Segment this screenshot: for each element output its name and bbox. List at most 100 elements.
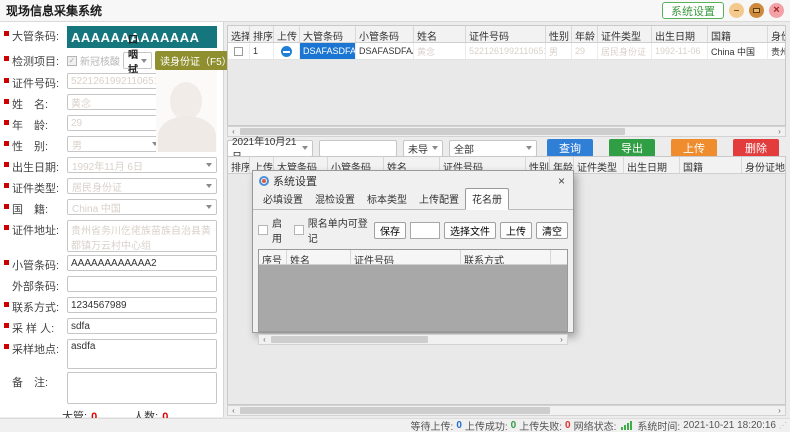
sampling-place-field[interactable]: asdfa bbox=[67, 339, 217, 369]
table-row[interactable]: 1 DSAFASDFAAAS DSAFASDFAAAS1 黄念 52212619… bbox=[228, 43, 785, 60]
row-gender-cell: 男 bbox=[546, 43, 572, 59]
col-header-id-type[interactable]: 证件类型 bbox=[598, 26, 652, 42]
upload-filter-select[interactable]: 未导 bbox=[403, 140, 443, 157]
external-barcode-field[interactable] bbox=[67, 276, 217, 292]
tab-upload-config[interactable]: 上传配置 bbox=[413, 189, 465, 209]
col-header-main-barcode[interactable]: 大管条码 bbox=[300, 26, 356, 42]
small-barcode-row: 小管条码: bbox=[4, 255, 217, 273]
id-number-field[interactable] bbox=[67, 73, 163, 89]
col-header-contact[interactable]: 联系方式 bbox=[461, 250, 551, 264]
col-header-id-number[interactable]: 证件号码 bbox=[351, 250, 461, 264]
chevron-down-icon bbox=[206, 205, 212, 209]
enable-checkbox[interactable] bbox=[258, 225, 268, 235]
col-header-name[interactable]: 姓名 bbox=[414, 26, 466, 42]
col-header-select[interactable]: 选择 bbox=[228, 26, 250, 42]
age-label: 年 龄: bbox=[12, 115, 67, 133]
col-header-id-number[interactable]: 证件号码 bbox=[466, 26, 546, 42]
read-id-card-button[interactable]: 读身份证（F5） bbox=[155, 51, 237, 70]
minimize-button[interactable]: – bbox=[729, 3, 744, 18]
sampler-field[interactable] bbox=[67, 318, 217, 334]
contact-field[interactable] bbox=[67, 297, 217, 313]
delete-button[interactable]: 删除 bbox=[733, 139, 779, 157]
dialog-upload-button[interactable]: 上传 bbox=[500, 222, 532, 239]
select-file-button[interactable]: 选择文件 bbox=[444, 222, 496, 239]
col-header-nationality[interactable]: 国籍 bbox=[708, 26, 768, 42]
maximize-button[interactable] bbox=[749, 3, 764, 18]
birth-date-picker[interactable]: 1992年11月 6日 bbox=[67, 157, 217, 173]
search-input[interactable] bbox=[319, 140, 397, 157]
tab-roster[interactable]: 花名册 bbox=[465, 188, 509, 210]
restrict-checkbox[interactable] bbox=[294, 225, 304, 235]
dialog-clear-button[interactable]: 清空 bbox=[536, 222, 568, 239]
covid-checkbox[interactable]: ✓ bbox=[67, 56, 77, 66]
col-header-small-barcode[interactable]: 小管条码 bbox=[356, 26, 414, 42]
tab-mixed-test-settings[interactable]: 混检设置 bbox=[309, 189, 361, 209]
scrollbar-thumb[interactable] bbox=[240, 407, 550, 414]
col-header-age[interactable]: 年龄 bbox=[572, 26, 598, 42]
id-type-select[interactable]: 居民身份证 bbox=[67, 178, 217, 194]
col-header-gender[interactable]: 性别 bbox=[546, 26, 572, 42]
id-address-row: 证件地址: 贵州省务川仡佬族苗族自治县黄都镇万云村中心组 bbox=[4, 220, 217, 252]
row-checkbox[interactable] bbox=[234, 47, 243, 56]
scroll-right-icon[interactable]: › bbox=[774, 406, 785, 415]
scrollbar-thumb[interactable] bbox=[271, 336, 428, 343]
close-button[interactable]: × bbox=[769, 3, 784, 18]
required-marker bbox=[4, 162, 9, 167]
required-marker bbox=[4, 323, 9, 328]
main-barcode-field[interactable]: AAAAAAAAAAAAA bbox=[67, 26, 217, 48]
query-button[interactable]: 查询 bbox=[547, 139, 593, 157]
resize-grip[interactable]: ⋰ bbox=[779, 421, 788, 430]
col-header-id-type[interactable]: 证件类型 bbox=[574, 157, 624, 173]
scroll-left-icon[interactable]: ‹ bbox=[228, 406, 239, 415]
system-settings-button[interactable]: 系统设置 bbox=[662, 2, 724, 19]
upload-button[interactable]: 上传 bbox=[671, 139, 717, 157]
roster-table-hscrollbar[interactable]: ‹ › bbox=[258, 334, 568, 345]
scrollbar-track[interactable] bbox=[239, 406, 774, 415]
row-name-cell: 黄念 bbox=[414, 43, 466, 59]
photo-torso-shape bbox=[158, 116, 216, 152]
dialog-close-icon[interactable]: × bbox=[556, 174, 567, 188]
main-barcode-row: 大管条码: AAAAAAAAAAAAA bbox=[4, 26, 217, 48]
scroll-right-icon[interactable]: › bbox=[774, 127, 785, 136]
required-marker bbox=[4, 56, 9, 61]
col-header-birth-date[interactable]: 出生日期 bbox=[624, 157, 680, 173]
nationality-select[interactable]: China 中国 bbox=[67, 199, 217, 215]
gender-select[interactable]: 男 bbox=[67, 136, 163, 152]
swab-type-select[interactable]: 口咽拭子 bbox=[123, 52, 152, 69]
age-field[interactable] bbox=[67, 115, 163, 131]
col-header-birth-date[interactable]: 出生日期 bbox=[652, 26, 708, 42]
upload-status-icon[interactable] bbox=[281, 46, 292, 57]
export-button[interactable]: 导出 bbox=[609, 139, 655, 157]
col-header-id-address[interactable]: 身份证地址 bbox=[768, 26, 786, 42]
id-address-field[interactable]: 贵州省务川仡佬族苗族自治县黄都镇万云村中心组 bbox=[67, 220, 217, 252]
external-barcode-row: 外部条码: bbox=[4, 276, 217, 294]
col-header-order[interactable]: 排序 bbox=[250, 26, 274, 42]
name-field[interactable] bbox=[67, 94, 163, 110]
date-picker[interactable]: 2021年10月21日 bbox=[227, 140, 313, 157]
col-header-nationality[interactable]: 国籍 bbox=[680, 157, 742, 173]
scroll-right-icon[interactable]: › bbox=[556, 335, 567, 344]
bottom-table-hscrollbar[interactable]: ‹ › bbox=[227, 405, 786, 416]
enable-checkbox-label: 启用 bbox=[272, 215, 290, 245]
row-main-barcode-cell[interactable]: DSAFASDFAAAS bbox=[300, 43, 356, 59]
col-header-name[interactable]: 姓名 bbox=[287, 250, 351, 264]
covid-checkbox-label: 新冠核酸 bbox=[80, 53, 120, 68]
tab-required-settings[interactable]: 必填设置 bbox=[257, 189, 309, 209]
scroll-left-icon[interactable]: ‹ bbox=[259, 335, 270, 344]
col-header-index[interactable]: 序号 bbox=[259, 250, 287, 264]
scrollbar-track[interactable] bbox=[270, 335, 556, 344]
col-header-upload[interactable]: 上传 bbox=[274, 26, 300, 42]
col-header-id-address[interactable]: 身份证地址 bbox=[742, 157, 786, 173]
id-type-label: 证件类型: bbox=[12, 178, 67, 196]
remark-field[interactable] bbox=[67, 372, 217, 404]
top-table-hscrollbar[interactable]: ‹ › bbox=[227, 126, 786, 137]
nationality-row: 国 籍: China 中国 bbox=[4, 199, 217, 217]
col-header-order[interactable]: 排序 bbox=[228, 157, 250, 173]
scrollbar-track[interactable] bbox=[239, 127, 774, 136]
tab-sample-type[interactable]: 标本类型 bbox=[361, 189, 413, 209]
file-path-input[interactable] bbox=[410, 222, 440, 239]
small-barcode-field[interactable] bbox=[67, 255, 217, 271]
all-filter-select[interactable]: 全部 bbox=[449, 140, 537, 157]
gear-icon bbox=[259, 176, 269, 186]
dialog-save-button[interactable]: 保存 bbox=[374, 222, 406, 239]
